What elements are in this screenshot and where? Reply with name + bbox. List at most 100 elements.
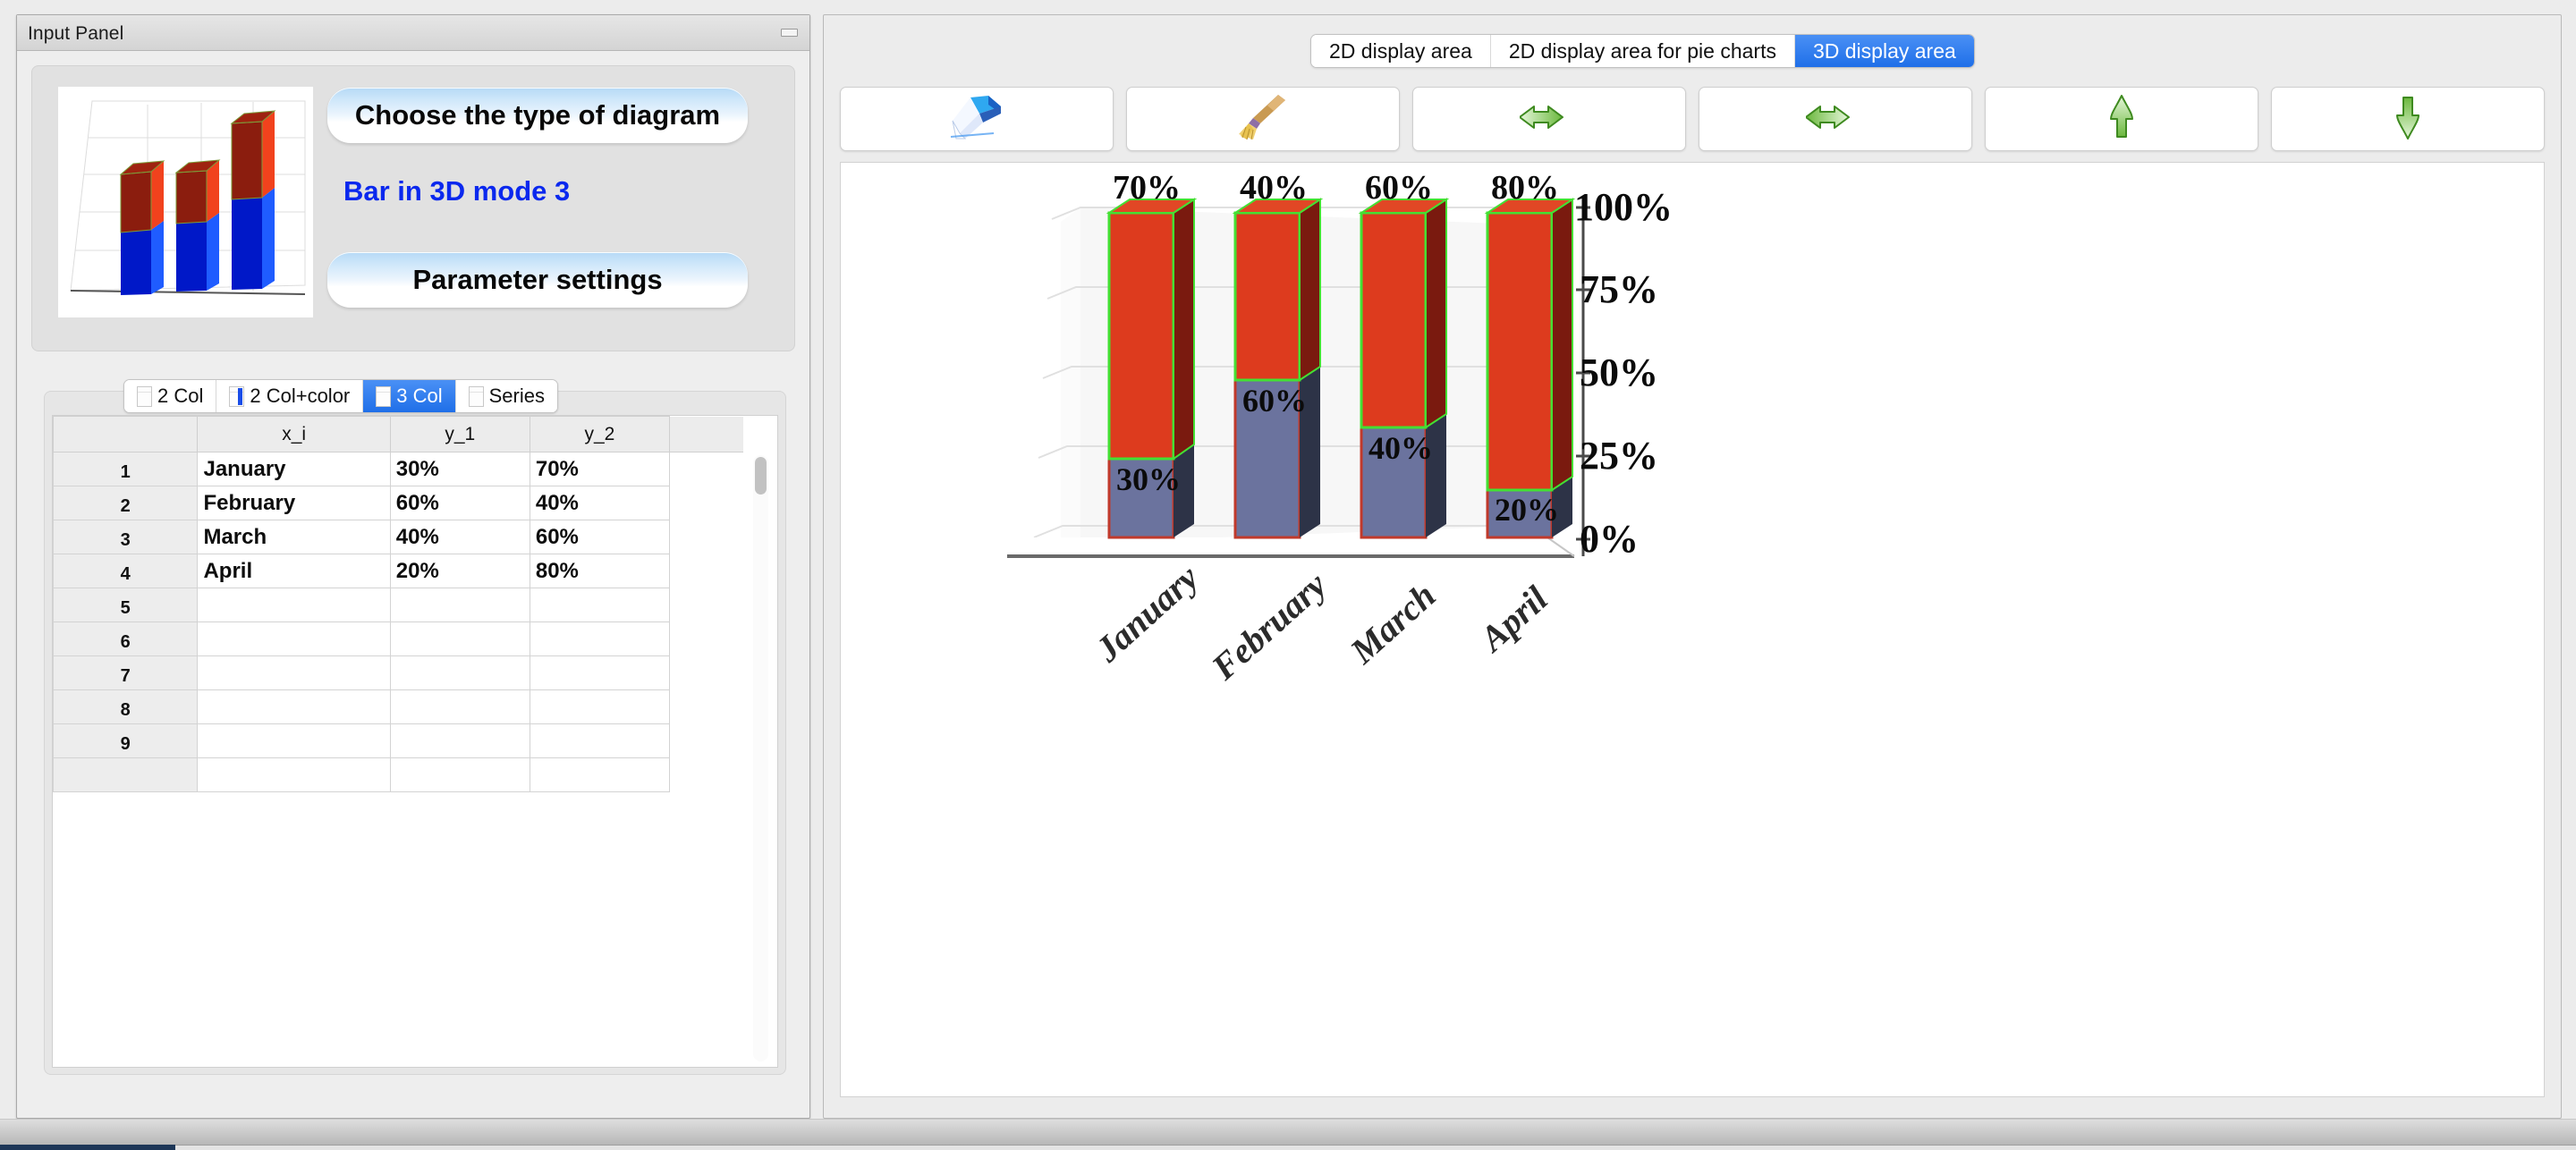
cell-y-2[interactable]: 80% [529,554,670,588]
cell-pad [669,622,743,656]
cell-x-i[interactable] [197,655,391,690]
column-header-y-2[interactable]: y_2 [529,416,670,452]
cell-pad [669,486,743,520]
broom-button[interactable] [1126,87,1400,151]
table-tab-label: 2 Col [157,385,204,407]
display-panel: 2D display area 2D display area for pie … [823,14,2562,1119]
table-tab-2col-color[interactable]: 2 Col+color [216,380,364,412]
cell-x-i[interactable]: March [197,520,391,554]
cell-y-2[interactable] [529,757,670,792]
eraser-icon [944,94,1010,145]
cell-y-1[interactable]: 40% [389,520,530,554]
cell-x-i[interactable] [197,689,391,724]
table-tab-label: 2 Col+color [250,385,351,407]
bar-label-upper: 60% [1365,169,1433,207]
cell-y-2[interactable]: 40% [529,486,670,520]
input-panel-title: Input Panel [28,23,124,44]
row-index: 2 [53,486,199,520]
eraser-button[interactable] [840,87,1114,151]
taskbar-sliver[interactable] [0,1145,2576,1150]
broom-icon [1233,93,1292,146]
arrow-left-icon [1519,94,1579,145]
y-tick-label: 0% [1580,517,1639,561]
sheet-2col-color-icon [229,385,245,407]
bar-group-april: 20% 80% [1484,169,1576,539]
cell-x-i[interactable]: April [197,554,391,588]
cell-y-2[interactable] [529,622,670,656]
cell-y-1[interactable] [389,622,530,656]
application-window: Input Panel Choose the type of diagram B… [0,0,2576,1150]
cell-y-2[interactable]: 70% [529,452,670,486]
tab-3d-display-area[interactable]: 3D display area [1794,35,1974,67]
grid-vertical-scrollbar[interactable] [753,455,768,1061]
y-tick-label: 25% [1580,434,1658,478]
cell-y-1[interactable] [389,723,530,758]
move-left-button[interactable] [1412,87,1686,151]
move-up-button[interactable] [1985,87,2258,151]
table-row[interactable]: 8 [53,689,743,724]
table-tab-2col[interactable]: 2 Col [124,380,217,412]
row-index: 7 [53,655,199,690]
bar-label-upper: 70% [1113,169,1181,207]
grid-header-pad [669,416,743,452]
arrow-up-icon [2099,94,2144,145]
row-index: 3 [53,520,199,554]
column-header-x-i[interactable]: x_i [197,416,391,452]
row-index: 8 [53,689,199,724]
cell-y-2[interactable] [529,655,670,690]
move-right-button[interactable] [1699,87,1972,151]
cell-y-1[interactable] [389,757,530,792]
table-row[interactable]: 7 [53,655,743,690]
table-row[interactable]: 1 January 30% 70% [53,452,743,486]
cell-y-1[interactable]: 30% [389,452,530,486]
tab-2d-display-area[interactable]: 2D display area [1311,35,1491,67]
cell-x-i[interactable] [197,757,391,792]
table-row[interactable]: 9 [53,723,743,758]
current-diagram-mode-label: Bar in 3D mode 3 [343,175,571,207]
cell-x-i[interactable] [197,622,391,656]
cell-y-1[interactable] [389,655,530,690]
cell-y-2[interactable]: 60% [529,520,670,554]
table-tab-label: Series [488,385,545,407]
parameter-settings-button[interactable]: Parameter settings [327,252,748,308]
cell-y-2[interactable] [529,588,670,622]
arrow-down-icon [2385,94,2430,145]
cell-x-i[interactable] [197,723,391,758]
data-grid-container[interactable]: x_i y_1 y_2 1 January 30% 70% 2 February… [52,415,778,1068]
table-row[interactable]: 5 [53,588,743,622]
table-row[interactable]: 4 April 20% 80% [53,554,743,588]
cell-x-i[interactable] [197,588,391,622]
grid-scrollbar-thumb[interactable] [755,457,767,495]
bar-group-january: 30% 70% [1106,169,1198,539]
column-header-y-1[interactable]: y_1 [389,416,530,452]
choose-diagram-type-button[interactable]: Choose the type of diagram [327,88,748,143]
minimize-icon[interactable] [781,29,798,37]
display-tab-label: 2D display area for pie charts [1508,38,1776,63]
cell-x-i[interactable]: January [197,452,391,486]
cell-y-1[interactable] [389,588,530,622]
move-down-button[interactable] [2271,87,2545,151]
cell-y-1[interactable]: 60% [389,486,530,520]
bar-label-upper: 80% [1491,169,1559,207]
taskbar-active-item[interactable] [0,1145,175,1150]
bar-label-lower: 60% [1242,383,1307,419]
cell-pad [669,689,743,724]
cell-y-2[interactable] [529,723,670,758]
table-row[interactable]: 6 [53,622,743,656]
cell-pad [669,588,743,622]
table-tab-label: 3 Col [396,385,443,407]
cell-y-1[interactable]: 20% [389,554,530,588]
bar-3d-preview-thumbnail[interactable] [58,87,313,317]
table-row[interactable] [53,757,743,792]
table-row[interactable]: 2 February 60% 40% [53,486,743,520]
cell-y-1[interactable] [389,689,530,724]
table-tab-series[interactable]: Series [455,380,557,412]
table-tab-3col[interactable]: 3 Col [363,380,456,412]
tab-2d-display-area-pie[interactable]: 2D display area for pie charts [1490,35,1795,67]
sheet-3col-icon [376,385,392,407]
cell-x-i[interactable]: February [197,486,391,520]
chart-canvas-3d-display-area[interactable]: 30% 70% 60% 40% 40% 60% 20% 80% 100% 75%… [840,162,2545,1097]
cell-y-2[interactable] [529,689,670,724]
table-row[interactable]: 3 March 40% 60% [53,520,743,554]
bar-label-lower: 20% [1495,492,1559,528]
